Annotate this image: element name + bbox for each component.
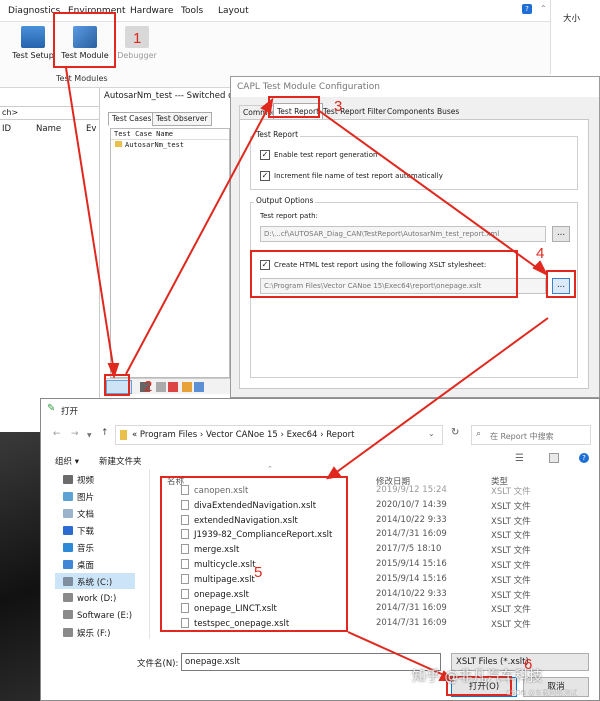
arrow-head bbox=[326, 466, 342, 480]
arrow-1-to-2 bbox=[65, 67, 115, 373]
watermark: 知乎 @非凡汽车科技 bbox=[412, 669, 543, 685]
arrow-3-to-4 bbox=[317, 109, 541, 271]
arrow-2-to-3 bbox=[125, 107, 269, 375]
arrow-overlay bbox=[65, 67, 549, 681]
arrow-4-to-5 bbox=[333, 317, 549, 475]
csdn-credit: CSDN @车载网络测试 bbox=[506, 689, 578, 697]
arrow-head bbox=[532, 260, 549, 277]
arrow-head bbox=[107, 363, 120, 379]
arrow-head bbox=[260, 97, 274, 114]
